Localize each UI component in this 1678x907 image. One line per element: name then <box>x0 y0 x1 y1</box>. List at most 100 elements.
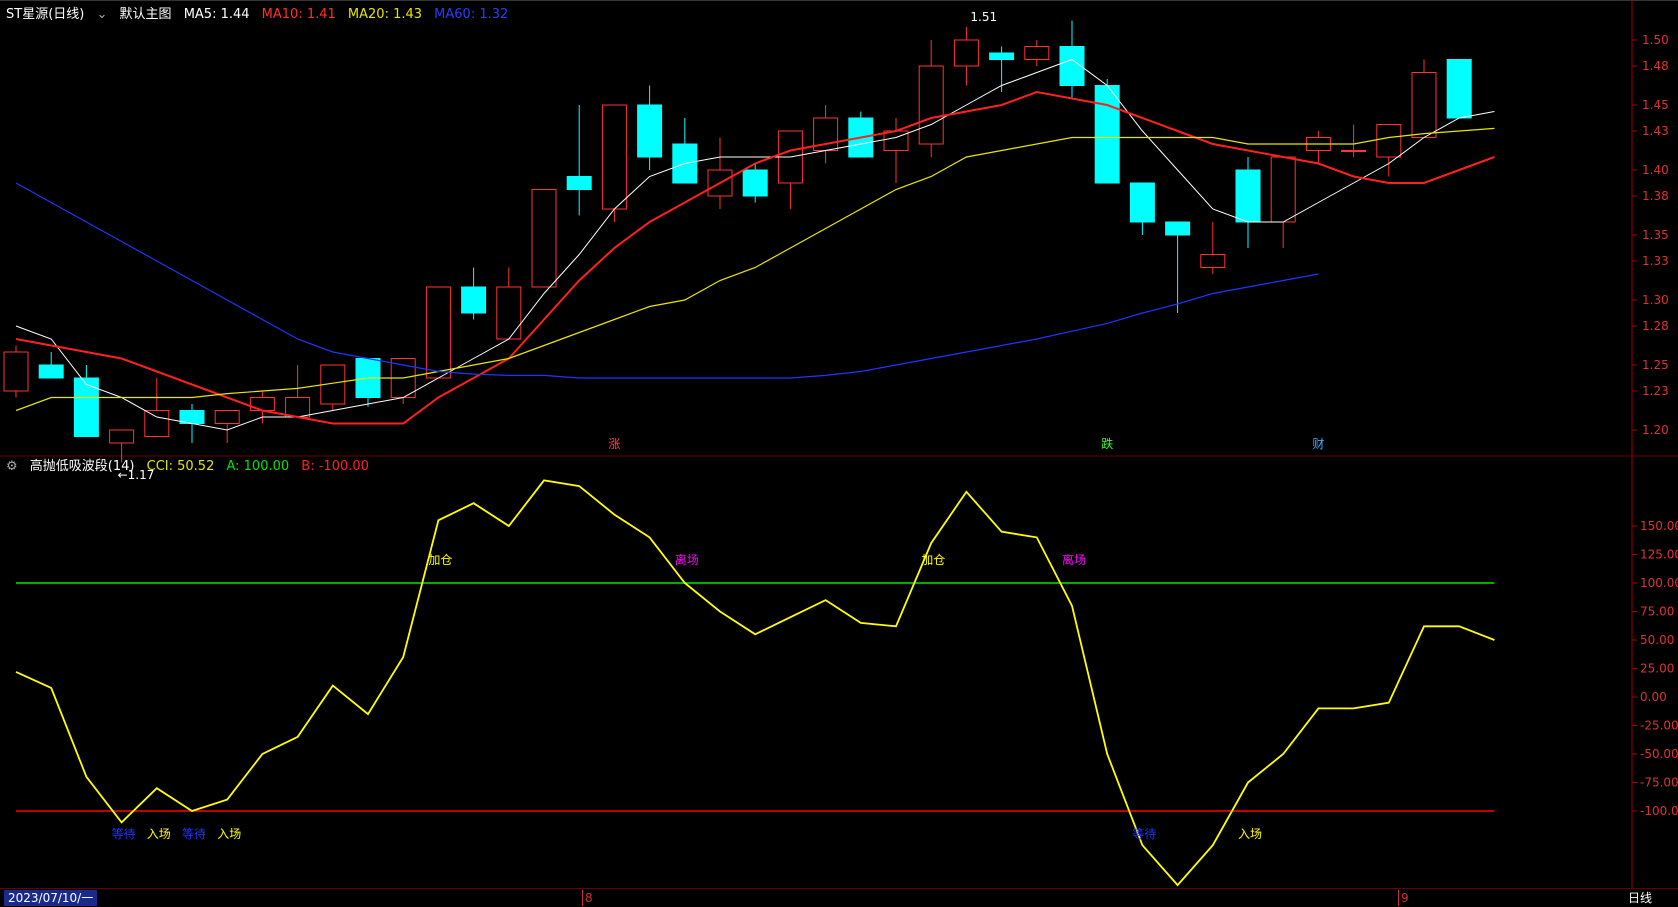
bottom-date-bar: 2023/07/10/一 8 9 日线 <box>0 888 1678 907</box>
candle-body-up <box>214 410 240 424</box>
candle-body-down <box>38 364 64 379</box>
candle-body-down <box>73 377 99 437</box>
signal-label: 入场 <box>147 827 171 841</box>
candle-body-down <box>1129 182 1155 223</box>
candle <box>1411 59 1437 138</box>
candle-body-down <box>1446 59 1472 119</box>
candle-body-up <box>953 39 979 67</box>
indicator-gear-icon[interactable]: ⚙ <box>6 459 18 474</box>
candle-body-down <box>637 104 663 158</box>
ma60-legend: MA60: 1.32 <box>434 7 509 22</box>
ma5-legend: MA5: 1.44 <box>183 7 250 22</box>
candle <box>1446 59 1472 119</box>
ma-line-ma5 <box>15 58 1495 431</box>
candle-body-up <box>249 397 275 411</box>
cci-tick-label: 100.00 <box>1640 576 1678 590</box>
ma20-legend: MA20: 1.43 <box>347 7 423 22</box>
b-legend: B: -100.00 <box>301 459 369 474</box>
signal-label: 等待 <box>1132 827 1156 841</box>
cci-line <box>15 479 1495 887</box>
candle <box>707 137 733 209</box>
candle <box>1165 221 1191 313</box>
signal-label: 入场 <box>1238 827 1262 841</box>
candle <box>601 104 627 222</box>
candle <box>1129 182 1155 235</box>
candle <box>637 85 663 170</box>
date-cursor-label: 2023/07/10/一 <box>4 890 98 906</box>
candle-body-up <box>425 286 451 379</box>
candle-body-up <box>285 397 311 418</box>
stock-name[interactable]: ST星源(日线) <box>6 7 84 22</box>
candle-body-down <box>742 169 768 197</box>
signal-label: 等待 <box>112 827 136 841</box>
cci-tick-label: -25.00 <box>1640 719 1678 733</box>
candle-body-down <box>1094 85 1120 184</box>
cci-tick-label: 75.00 <box>1640 605 1674 619</box>
price-tick-label: 1.33 <box>1642 254 1669 268</box>
price-tick-label: 1.48 <box>1642 59 1669 73</box>
candle <box>1200 222 1226 274</box>
candle-body-up <box>1200 254 1226 268</box>
candle <box>38 352 64 379</box>
candle-body-up <box>496 286 522 340</box>
signal-label: 离场 <box>1062 552 1086 567</box>
candle <box>813 105 839 164</box>
cci-tick-label: 50.00 <box>1640 633 1674 647</box>
indicator-name[interactable]: 高抛低吸波段(14) <box>30 459 135 474</box>
candle-body-down <box>566 176 592 190</box>
cci-legend: CCI: 50.52 <box>146 459 215 474</box>
candle <box>777 130 803 209</box>
signal-label: 加仓 <box>428 553 452 567</box>
candle-body-up <box>1411 72 1437 138</box>
candle <box>848 111 874 158</box>
candle <box>461 267 487 320</box>
candle-body-down <box>989 52 1015 60</box>
period-button[interactable]: 日线 <box>1628 890 1652 906</box>
candle <box>425 286 451 379</box>
cci-tick-label: 25.00 <box>1640 662 1674 676</box>
candle <box>3 345 29 398</box>
price-tick-label: 1.28 <box>1642 319 1669 333</box>
candle-body-up <box>109 429 135 444</box>
ma-line-ma10 <box>15 90 1495 425</box>
cci-tick-label: 150.00 <box>1640 519 1678 533</box>
candle-body-up <box>1341 150 1367 152</box>
candle <box>742 163 768 203</box>
signal-label: 离场 <box>675 552 699 567</box>
candle-body-down <box>1165 221 1191 236</box>
a-legend: A: 100.00 <box>226 459 290 474</box>
price-tick-label: 1.30 <box>1642 293 1669 307</box>
chart-stage[interactable]: 1.20 1.23 1.25 1.28 1.30 1.33 1.35 1.38 1.40 1.43… <box>0 0 1678 906</box>
candle-body-up <box>1270 156 1296 223</box>
price-tick-label: 1.25 <box>1642 358 1669 372</box>
candle <box>566 105 592 216</box>
cci-tick-label: -50.00 <box>1640 747 1678 761</box>
template-chevron-icon[interactable]: ⌄ <box>96 7 107 22</box>
candle-body-up <box>601 104 627 210</box>
candle-body-up <box>1024 46 1050 60</box>
candle <box>285 365 311 418</box>
candle <box>355 358 381 407</box>
month-label-9: 9 <box>1398 890 1409 906</box>
price-tick-label: 1.43 <box>1642 124 1669 138</box>
candle <box>531 189 557 288</box>
signal-label: 入场 <box>217 827 241 841</box>
candle-body-up <box>531 189 557 288</box>
price-tick-label: 1.45 <box>1642 98 1669 112</box>
price-tick-label: 1.40 <box>1642 163 1669 177</box>
cci-tick-label: -75.00 <box>1640 776 1678 790</box>
price-tick-label: 1.23 <box>1642 384 1669 398</box>
template-label[interactable]: 默认主图 <box>120 7 172 22</box>
price-tick-label: 1.50 <box>1642 33 1669 47</box>
event-marker: 财 <box>1312 437 1324 451</box>
candle <box>320 364 346 411</box>
candle-body-down <box>1235 169 1261 223</box>
price-annotation: 1.51 <box>970 10 997 24</box>
candle-body-up <box>144 410 170 437</box>
candle <box>1094 79 1120 184</box>
candle <box>1270 156 1296 248</box>
candle <box>1024 40 1050 66</box>
event-marker: 跌 <box>1101 436 1113 451</box>
candle <box>144 378 170 437</box>
cci-tick-label: -100.00 <box>1640 804 1678 818</box>
